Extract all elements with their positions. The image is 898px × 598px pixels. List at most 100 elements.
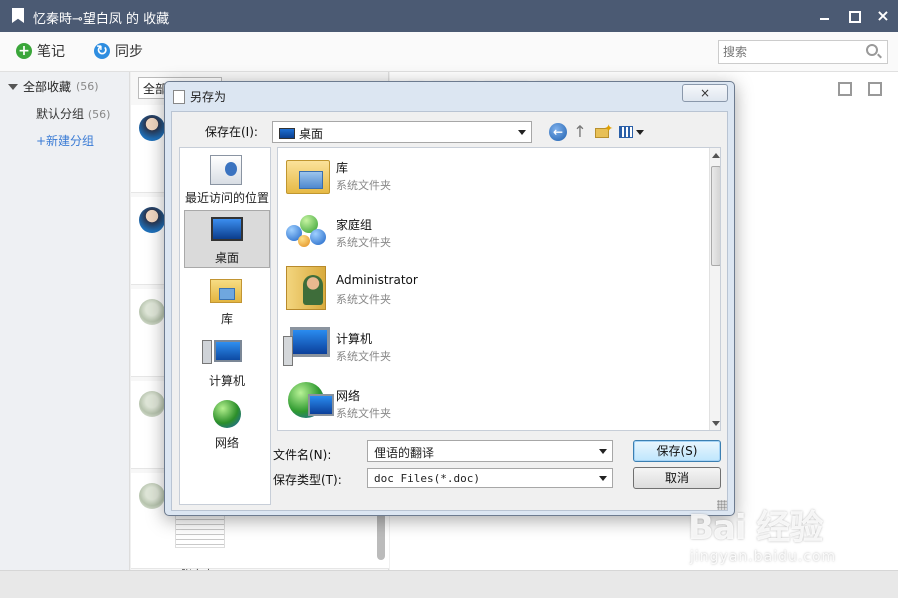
- file-type: 系统文件夹: [336, 407, 391, 420]
- filetype-label: 保存类型(T):: [273, 473, 342, 487]
- save-as-dialog: 另存为 × 保存在(I): 桌面 ← ↑ ✦ 最近访问的位置 桌面 库 计算机 …: [164, 81, 735, 516]
- recent-places-icon: [210, 155, 242, 185]
- file-list: 库 系统文件夹 家庭组 系统文件夹 Administrator 系统文件夹 计算…: [277, 147, 721, 431]
- library-folder-icon: [286, 160, 330, 194]
- new-folder-icon[interactable]: ✦: [594, 122, 613, 141]
- avatar: [139, 207, 165, 233]
- dialog-body: 保存在(I): 桌面 ← ↑ ✦ 最近访问的位置 桌面 库 计算机 网络 库 系…: [171, 111, 728, 511]
- file-name: 网络: [336, 389, 361, 403]
- filename-value: 俚语的翻译: [374, 446, 435, 460]
- back-icon[interactable]: ←: [549, 123, 567, 141]
- file-item-homegroup[interactable]: 家庭组 系统文件夹: [282, 207, 702, 263]
- new-group-link[interactable]: +新建分组: [36, 132, 94, 149]
- file-type: 系统文件夹: [336, 350, 391, 363]
- desktop-icon: [279, 128, 295, 139]
- plus-icon: +: [16, 43, 32, 59]
- place-recent[interactable]: 最近访问的位置: [184, 151, 270, 209]
- computer-icon: [202, 340, 242, 364]
- file-name: Administrator: [336, 273, 418, 287]
- place-library[interactable]: 库: [184, 272, 270, 330]
- maximize-button[interactable]: [844, 6, 864, 26]
- avatar: [139, 391, 165, 417]
- sidebar: 全部收藏 (56) 默认分组 (56) +新建分组: [0, 72, 130, 570]
- avatar: [139, 299, 165, 325]
- sync-icon: ↻: [94, 43, 110, 59]
- place-network[interactable]: 网络: [184, 396, 270, 454]
- view-menu-icon[interactable]: [618, 123, 644, 141]
- collapse-triangle-icon: [8, 83, 18, 90]
- sidebar-item-all[interactable]: 全部收藏 (56): [8, 78, 99, 95]
- sidebar-all-label: 全部收藏: [23, 80, 72, 94]
- chevron-down-icon: [599, 476, 607, 481]
- note-thumbnail: [175, 514, 225, 548]
- avatar: [139, 483, 165, 509]
- filename-input[interactable]: 俚语的翻译: [367, 440, 613, 462]
- search-input[interactable]: [718, 40, 888, 64]
- scroll-down-icon[interactable]: [712, 421, 720, 426]
- place-label: 计算机: [208, 374, 245, 388]
- file-item-network[interactable]: 网络 系统文件夹: [282, 378, 702, 430]
- save-in-value: 桌面: [299, 127, 324, 141]
- minimize-button[interactable]: [815, 6, 835, 26]
- scroll-up-icon[interactable]: [712, 153, 720, 158]
- save-in-select[interactable]: 桌面: [272, 121, 532, 143]
- file-type: 系统文件夹: [336, 236, 391, 249]
- sync-label: 同步: [115, 44, 143, 60]
- document-icon: [173, 89, 185, 104]
- trash-icon[interactable]: [868, 82, 882, 96]
- main-toolbar: + 笔记 ↻ 同步: [0, 32, 898, 72]
- chevron-down-icon: [518, 130, 526, 135]
- filetype-value: doc Files(*.doc): [374, 472, 480, 485]
- user-folder-icon: [286, 266, 326, 310]
- chevron-down-icon: [599, 449, 607, 454]
- file-name: 家庭组: [336, 218, 373, 232]
- status-bar: [0, 570, 898, 598]
- sidebar-item-default[interactable]: 默认分组 (56): [36, 105, 110, 122]
- computer-icon: [283, 327, 330, 366]
- library-icon: [210, 279, 242, 303]
- place-label: 网络: [214, 436, 239, 450]
- save-button[interactable]: 保存(S): [633, 440, 721, 462]
- save-in-label: 保存在(I):: [205, 125, 258, 139]
- bookmark-icon: [12, 8, 24, 23]
- up-folder-icon[interactable]: ↑: [571, 123, 589, 141]
- file-item-library[interactable]: 库 系统文件夹: [282, 150, 702, 206]
- desktop-icon: [211, 217, 243, 241]
- watermark-url: jingyan.baidu.com: [690, 549, 837, 565]
- window-title: 忆秦時⊸望白凤 的 收藏: [33, 12, 170, 27]
- place-label: 桌面: [214, 251, 239, 265]
- cancel-button[interactable]: 取消: [633, 467, 721, 489]
- avatar: [139, 115, 165, 141]
- new-note-button[interactable]: + 笔记: [16, 41, 65, 61]
- file-type: 系统文件夹: [336, 293, 391, 306]
- sync-button[interactable]: ↻ 同步: [94, 41, 143, 61]
- scroll-thumb[interactable]: [711, 166, 720, 266]
- place-label: 库: [220, 312, 233, 326]
- dialog-close-button[interactable]: ×: [682, 84, 728, 102]
- file-type: 系统文件夹: [336, 179, 391, 192]
- file-list-scrollbar[interactable]: [709, 148, 720, 430]
- place-computer[interactable]: 计算机: [184, 334, 270, 392]
- place-desktop[interactable]: 桌面: [184, 210, 270, 268]
- search-icon[interactable]: [866, 44, 878, 56]
- filename-label: 文件名(N):: [273, 448, 332, 462]
- app-title-bar: 忆秦時⊸望白凤 的 收藏 ×: [0, 0, 898, 32]
- place-label: 最近访问的位置: [184, 191, 269, 205]
- file-item-administrator[interactable]: Administrator 系统文件夹: [282, 264, 702, 320]
- file-item-computer[interactable]: 计算机 系统文件夹: [282, 321, 702, 377]
- filetype-select[interactable]: doc Files(*.doc): [367, 468, 613, 488]
- homegroup-icon: [286, 211, 330, 251]
- close-button[interactable]: ×: [873, 6, 893, 26]
- baidu-watermark: Bai 经验 jingyan.baidu.com: [688, 500, 836, 565]
- file-name: 库: [336, 161, 349, 175]
- dialog-title-bar: 另存为: [173, 88, 226, 105]
- network-icon: [288, 382, 334, 418]
- places-bar: 最近访问的位置 桌面 库 计算机 网络: [179, 147, 271, 505]
- watermark-logo: Bai 经验: [688, 508, 823, 548]
- sidebar-default-count: (56): [87, 108, 111, 121]
- sidebar-default-label: 默认分组: [36, 107, 85, 121]
- dialog-title: 另存为: [190, 90, 227, 104]
- sidebar-all-count: (56): [76, 80, 99, 93]
- new-note-label: 笔记: [37, 44, 65, 60]
- share-icon[interactable]: [838, 82, 852, 96]
